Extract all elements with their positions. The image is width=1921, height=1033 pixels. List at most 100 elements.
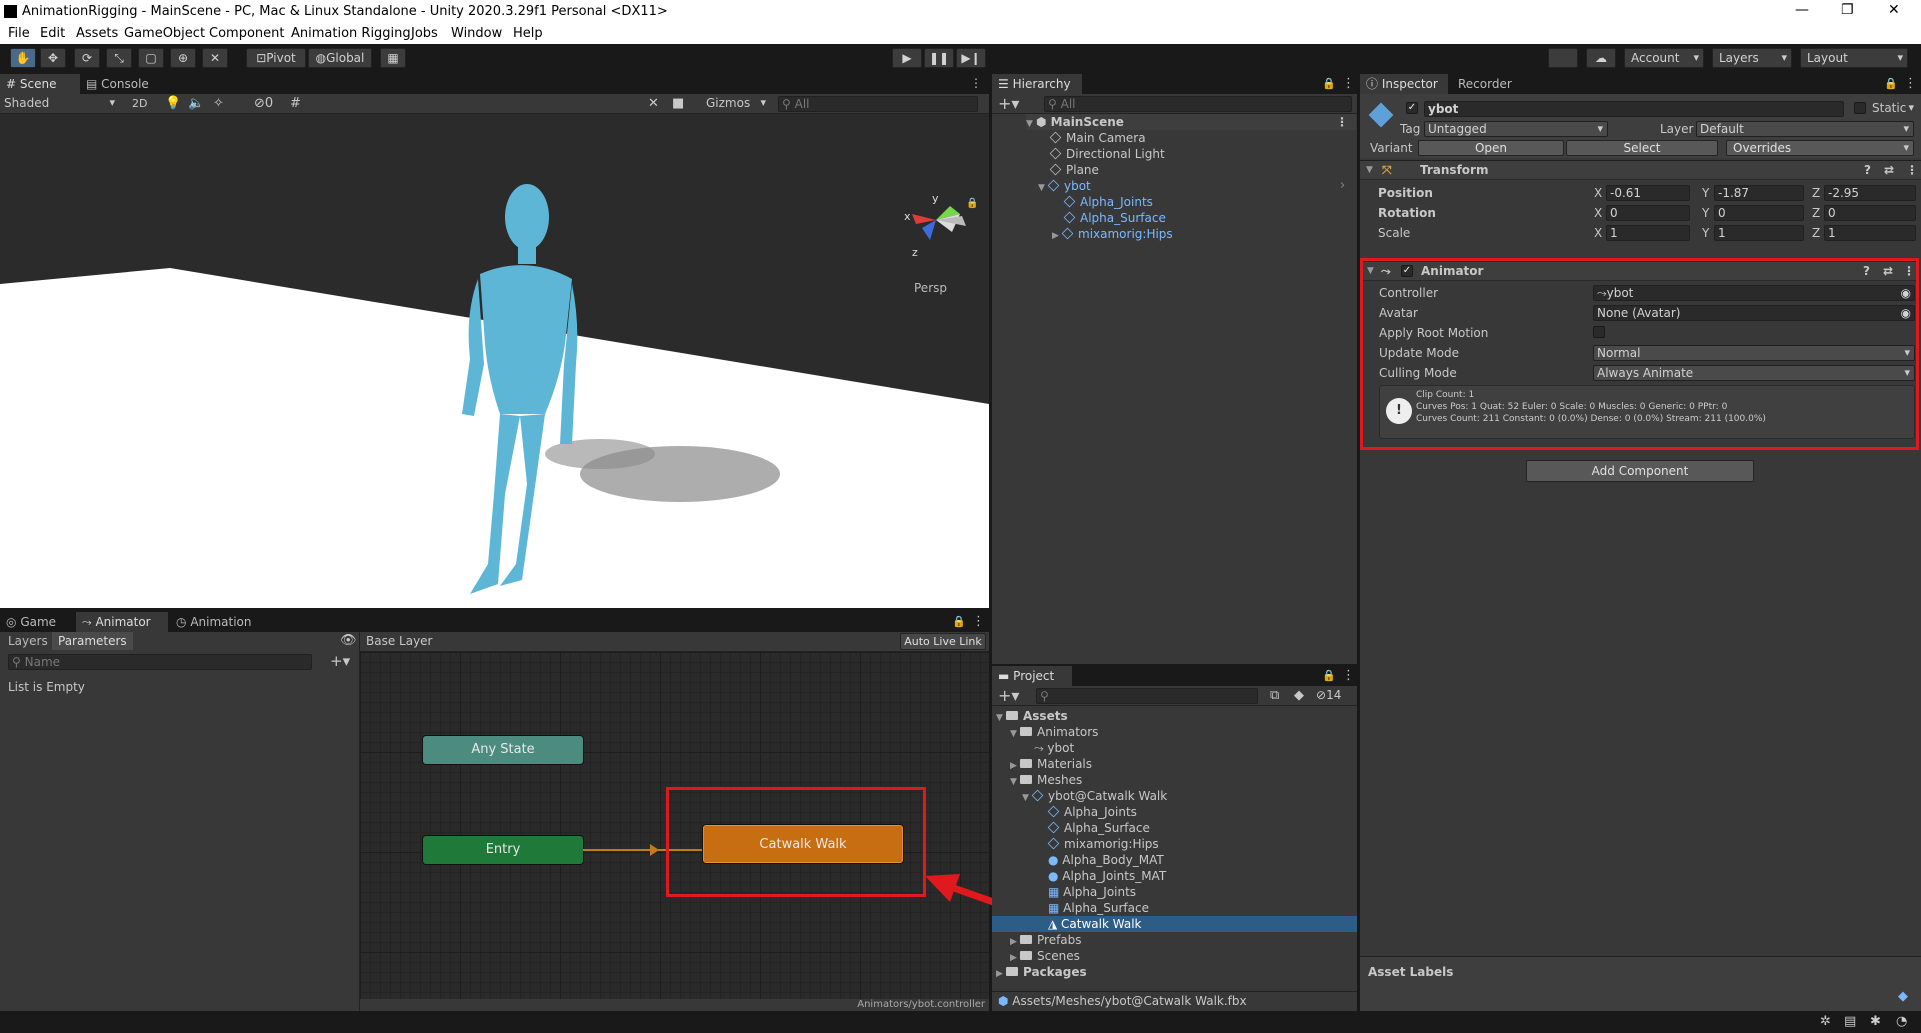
hand-tool-button[interactable]: ✋ xyxy=(10,48,36,68)
project-item-alpha-surface-mesh[interactable]: ▦ Alpha_Surface xyxy=(1048,900,1149,916)
project-item-mixamorig-hips[interactable]: mixamorig:Hips xyxy=(1047,836,1159,852)
project-item-alpha-body-mat[interactable]: ● Alpha_Body_MAT xyxy=(1048,852,1164,868)
play-button[interactable]: ▶ xyxy=(892,48,922,68)
position-y-field[interactable]: -1.87 xyxy=(1714,185,1804,201)
gizmos-dropdown[interactable]: Gizmos xyxy=(706,96,770,110)
tab-scene[interactable]: # Scene xyxy=(0,74,80,94)
maximize-button[interactable]: ❐ xyxy=(1841,2,1854,18)
project-item-ybot-controller[interactable]: ⤳ ybot xyxy=(1034,740,1074,756)
auto-generate-lighting-icon[interactable]: ✲ xyxy=(1820,1014,1831,1029)
project-lock-icon[interactable]: 🔒 xyxy=(1322,669,1336,682)
progress-icon[interactable]: ◔ xyxy=(1896,1014,1907,1029)
layer-dropdown[interactable]: Default xyxy=(1696,121,1914,137)
hierarchy-item-plane[interactable]: Plane xyxy=(1049,162,1099,178)
tag-dropdown[interactable]: Untagged xyxy=(1424,121,1608,137)
component-menu-icon[interactable]: ⋮ xyxy=(1903,262,1915,280)
tab-console[interactable]: ▤ Console xyxy=(80,74,160,94)
base-layer-breadcrumb[interactable]: Base Layer xyxy=(366,634,433,648)
menu-component[interactable]: Component xyxy=(209,26,284,41)
rotate-tool-button[interactable]: ⟳ xyxy=(74,48,100,68)
project-item-scenes[interactable]: ▶ Scenes xyxy=(1010,948,1080,964)
custom-tool-button[interactable]: ✕ xyxy=(202,48,228,68)
filter-by-label-icon[interactable]: ◆ xyxy=(1294,688,1304,703)
project-menu-icon[interactable]: ⋮ xyxy=(1342,668,1355,683)
add-parameter-button[interactable]: +▾ xyxy=(330,652,350,670)
rotation-y-field[interactable]: 0 xyxy=(1714,205,1804,221)
open-prefab-button[interactable]: Open xyxy=(1418,140,1564,156)
hierarchy-lock-icon[interactable]: 🔒 xyxy=(1322,77,1336,90)
tab-recorder[interactable]: Recorder xyxy=(1452,74,1532,94)
project-search-input[interactable]: ⚲ xyxy=(1036,688,1258,704)
scale-z-field[interactable]: 1 xyxy=(1824,225,1916,241)
inspector-lock-icon[interactable]: 🔒 xyxy=(1884,77,1898,90)
audio-toggle-icon[interactable]: 🔈 xyxy=(188,96,204,111)
project-item-catwalk-walk-clip[interactable]: ◮ Catwalk Walk xyxy=(992,916,1357,932)
project-item-alpha-surface[interactable]: Alpha_Surface xyxy=(1047,820,1150,836)
step-button[interactable]: ▶❙ xyxy=(956,48,986,68)
animator-header[interactable]: ▼ ⤳ ✓ Animator ? ⇄ ⋮ xyxy=(1363,261,1916,281)
help-icon[interactable]: ? xyxy=(1864,161,1871,179)
tab-animation[interactable]: ◷ Animation xyxy=(170,612,266,632)
close-button[interactable]: ✕ xyxy=(1888,2,1900,18)
hierarchy-item-alpha-joints[interactable]: Alpha_Joints xyxy=(1063,194,1153,210)
any-state-node[interactable]: Any State xyxy=(423,736,583,764)
inspector-menu-icon[interactable]: ⋮ xyxy=(1904,76,1917,91)
tools-icon[interactable]: ✕ xyxy=(648,96,659,111)
hidden-objects-toggle[interactable]: ⊘0 xyxy=(254,96,273,111)
tab-parameters[interactable]: Parameters xyxy=(52,632,133,650)
pause-button[interactable]: ❚❚ xyxy=(924,48,954,68)
controller-field[interactable]: ⤳ybot ◉ xyxy=(1593,285,1915,301)
rotation-x-field[interactable]: 0 xyxy=(1606,205,1690,221)
animator-enabled-checkbox[interactable]: ✓ xyxy=(1401,265,1413,277)
menu-help[interactable]: Help xyxy=(513,26,543,41)
auto-live-link-toggle[interactable]: Auto Live Link xyxy=(900,633,986,650)
transform-tool-button[interactable]: ⊕ xyxy=(170,48,196,68)
position-x-field[interactable]: -0.61 xyxy=(1606,185,1690,201)
lighting-toggle-icon[interactable]: 💡 xyxy=(165,96,181,111)
static-checkbox[interactable] xyxy=(1854,102,1866,114)
update-mode-dropdown[interactable]: Normal xyxy=(1593,345,1915,361)
add-component-button[interactable]: Add Component xyxy=(1526,460,1754,482)
animator-lock-icon[interactable]: 🔒 xyxy=(952,615,966,628)
scene-gizmo[interactable]: y x z Persp xyxy=(904,192,966,295)
project-item-ybot-catwalk[interactable]: ▼ ybot@Catwalk Walk xyxy=(1022,788,1167,804)
2d-toggle[interactable]: 2D xyxy=(132,97,147,110)
global-toggle[interactable]: ◍Global xyxy=(308,48,372,68)
tab-layers[interactable]: Layers xyxy=(2,632,54,650)
label-tag-icon[interactable]: ◆ xyxy=(1898,989,1908,1004)
hierarchy-item-directional-light[interactable]: Directional Light xyxy=(1049,146,1165,162)
overrides-dropdown[interactable]: Overrides xyxy=(1726,140,1914,156)
tab-project[interactable]: ▬ Project xyxy=(992,666,1072,686)
rect-tool-button[interactable]: ▢ xyxy=(138,48,164,68)
hierarchy-item-alpha-surface[interactable]: Alpha_Surface xyxy=(1063,210,1166,226)
project-item-materials[interactable]: ▶ Materials xyxy=(1010,756,1092,772)
scene-menu-icon[interactable]: ⋮ xyxy=(970,76,982,90)
project-item-assets[interactable]: ▼ Assets xyxy=(996,708,1068,724)
scale-y-field[interactable]: 1 xyxy=(1714,225,1804,241)
catwalk-walk-state-node[interactable]: Catwalk Walk xyxy=(703,825,903,863)
rotation-z-field[interactable]: 0 xyxy=(1824,205,1916,221)
project-item-animators[interactable]: ▼ Animators xyxy=(1010,724,1098,740)
move-tool-button[interactable]: ✥ xyxy=(40,48,66,68)
menu-window[interactable]: Window xyxy=(451,26,502,41)
hierarchy-search-input[interactable]: ⚲ All xyxy=(1044,96,1352,112)
project-item-alpha-joints[interactable]: Alpha_Joints xyxy=(1047,804,1137,820)
hierarchy-item-mixamorig-hips[interactable]: ▶ mixamorig:Hips xyxy=(1052,226,1173,242)
shading-mode-dropdown[interactable]: Shaded xyxy=(4,96,119,110)
cache-server-icon[interactable]: ▤ xyxy=(1844,1014,1856,1029)
animator-menu-icon[interactable]: ⋮ xyxy=(972,614,985,629)
project-item-alpha-joints-mat[interactable]: ● Alpha_Joints_MAT xyxy=(1048,868,1166,884)
project-item-alpha-joints-mesh[interactable]: ▦ Alpha_Joints xyxy=(1048,884,1136,900)
static-dropdown[interactable]: Static xyxy=(1872,101,1918,115)
presets-icon[interactable]: ⇄ xyxy=(1883,262,1893,280)
scene-search-input[interactable]: ⚲ All xyxy=(778,96,978,112)
menu-file[interactable]: File xyxy=(8,26,30,41)
scale-tool-button[interactable]: ⤡ xyxy=(106,48,132,68)
cloud-button[interactable]: ☁ xyxy=(1586,48,1616,68)
position-z-field[interactable]: -2.95 xyxy=(1824,185,1916,201)
layout-dropdown[interactable]: Layout xyxy=(1800,48,1908,68)
chevron-right-icon[interactable]: › xyxy=(1340,178,1345,193)
select-prefab-button[interactable]: Select xyxy=(1566,140,1718,156)
scene-menu-icon[interactable]: ⋮ xyxy=(1336,114,1348,130)
project-item-packages[interactable]: ▶ Packages xyxy=(996,964,1087,980)
